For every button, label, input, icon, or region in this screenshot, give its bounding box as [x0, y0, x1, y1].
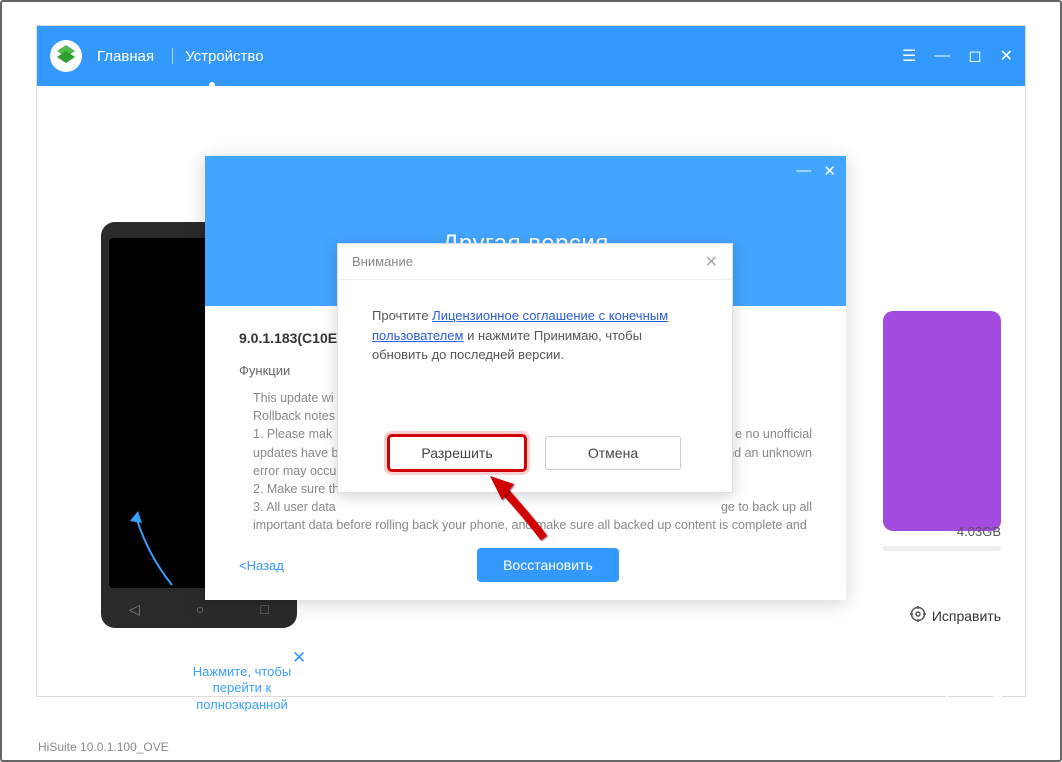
- phone-home-icon: ○: [196, 601, 204, 618]
- close-icon[interactable]: ✕: [1000, 46, 1013, 66]
- fix-label: Исправить: [932, 608, 1001, 624]
- phone-recent-icon: □: [260, 601, 268, 618]
- restore-button[interactable]: Восстановить: [477, 548, 619, 582]
- fix-button[interactable]: Исправить: [910, 606, 1001, 625]
- attention-header: Внимание ✕: [338, 244, 732, 280]
- gear-icon: [910, 606, 926, 625]
- nav-device[interactable]: Устройство: [185, 48, 263, 65]
- dialog-minimize-icon[interactable]: —: [796, 162, 811, 180]
- titlebar: Главная Устройство ☰ — ◻ ✕: [37, 26, 1025, 86]
- cancel-button[interactable]: Отмена: [545, 436, 681, 470]
- dialog-close-icon[interactable]: ✕: [823, 162, 836, 180]
- status-bar: HiSuite 10.0.1.100_OVE: [38, 740, 169, 754]
- minimize-icon[interactable]: —: [934, 46, 950, 66]
- attention-body: Прочтите Лицензионное соглашение с конеч…: [338, 280, 732, 365]
- nav-separator: [172, 48, 173, 64]
- attention-title: Внимание: [352, 254, 413, 269]
- phone-fullscreen-hint: Нажмите, чтобы перейти к полноэкранной: [177, 664, 307, 713]
- app-logo-icon: [49, 39, 83, 73]
- menu-icon[interactable]: ☰: [902, 46, 916, 66]
- attention-dialog: Внимание ✕ Прочтите Лицензионное соглаше…: [337, 243, 733, 493]
- back-link[interactable]: <Назад: [239, 558, 284, 573]
- allow-button[interactable]: Разрешить: [389, 436, 525, 470]
- attention-text-pre: Прочтите: [372, 308, 432, 323]
- storage-size-label: 4.03GB: [957, 524, 1001, 539]
- attention-close-icon[interactable]: ✕: [705, 252, 718, 272]
- phone-back-icon: ◁: [129, 601, 140, 618]
- puzzle-icon: [939, 671, 1003, 731]
- storage-panel: [883, 311, 1001, 531]
- storage-bar: [883, 546, 1001, 551]
- nav-home[interactable]: Главная: [97, 48, 154, 65]
- maximize-icon[interactable]: ◻: [968, 46, 981, 66]
